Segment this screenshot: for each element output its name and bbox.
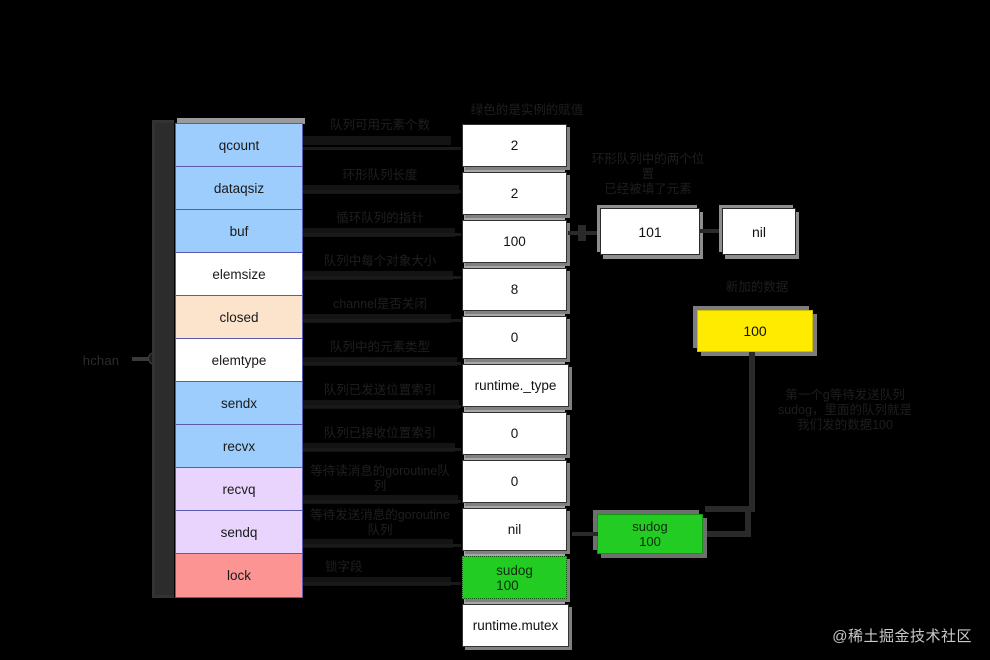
field-label: closed: [219, 309, 259, 325]
hchan-root-label: hchan: [82, 353, 120, 368]
value-cell-sendq[interactable]: sudog 100: [462, 556, 567, 599]
annotation-dataqsiz: 环形队列长度: [342, 168, 418, 182]
value-cell-dataqsiz[interactable]: 2: [462, 172, 567, 215]
value-cell-recvx[interactable]: 0: [462, 460, 567, 503]
value-text: 2: [510, 186, 519, 201]
annotation-elemtype: 队列中的元素类型: [329, 340, 430, 354]
value-cell-closed[interactable]: 0: [462, 316, 567, 359]
hchan-field-table: qcount dataqsiz buf elemsize closed elem…: [175, 123, 303, 598]
new-data-value: 100: [743, 323, 767, 339]
field-row-qcount[interactable]: qcount: [176, 124, 302, 167]
value-cell-elemsize[interactable]: 8: [462, 268, 567, 311]
value-cell-qcount[interactable]: 2: [462, 124, 567, 167]
new-data-box[interactable]: 100: [697, 310, 813, 352]
annotation-recvq: 等待读消息的goroutine队列: [310, 464, 450, 493]
field-row-lock[interactable]: lock: [176, 554, 302, 597]
ring-slot-2[interactable]: nil: [722, 208, 796, 255]
field-label: dataqsiz: [213, 180, 265, 196]
annotation-elemsize: 队列中每个对象大小: [323, 254, 437, 268]
ring-slot-2-value: nil: [751, 223, 766, 240]
field-label: elemsize: [212, 266, 266, 282]
value-cell-elemtype[interactable]: runtime._type: [462, 364, 569, 407]
sudog-box[interactable]: sudog 100: [597, 514, 703, 554]
annotation-connector: [303, 582, 461, 585]
field-row-dataqsiz[interactable]: dataqsiz: [176, 167, 302, 210]
value-cell-sendx[interactable]: 0: [462, 412, 567, 455]
ring-slot-1-value: 101: [638, 223, 662, 240]
annotation-connector: [303, 319, 461, 322]
field-row-recvq[interactable]: recvq: [176, 468, 302, 511]
sudog-value: 100: [639, 534, 661, 549]
sendq-to-sudog-connector: [572, 532, 598, 536]
annotation-connector: [303, 362, 461, 365]
annotation-recvx: 队列已接收位置索引: [323, 426, 437, 440]
annotation-qcount: 队列可用元素个数: [329, 118, 430, 132]
field-label: qcount: [218, 137, 260, 153]
field-label: buf: [229, 223, 249, 239]
sudog-label: sudog: [632, 519, 668, 534]
annotation-connector: [303, 448, 461, 451]
field-row-sendx[interactable]: sendx: [176, 382, 302, 425]
field-row-buf[interactable]: buf: [176, 210, 302, 253]
value-text: 0: [510, 330, 519, 345]
value-text: 8: [510, 282, 519, 297]
field-row-elemsize[interactable]: elemsize: [176, 253, 302, 296]
hchan-value-table: 2 2 100 8 0 runtime._type 0 0 nil sudog …: [462, 124, 569, 647]
value-column-title: 绿色的是实例的赋值: [470, 103, 584, 117]
field-label: elemtype: [211, 352, 267, 368]
ring-buffer-note: 环形队列中的两个位置 已经被填了元素: [591, 152, 705, 196]
value-text: 0: [510, 474, 519, 489]
value-text: runtime.mutex: [472, 618, 559, 633]
annotation-connector: [303, 405, 461, 408]
ring-slot-1[interactable]: 101: [600, 208, 700, 255]
value-text: 100: [503, 234, 526, 249]
annotation-buf: 循环队列的指针: [336, 211, 424, 225]
annotation-bar: [303, 136, 451, 145]
value-text: sudog 100: [496, 562, 533, 593]
sudog-link-into-box: [703, 531, 751, 537]
new-data-note: 新加的数据: [725, 280, 789, 294]
annotation-lock: 锁字段: [325, 560, 363, 574]
field-label: recvx: [222, 438, 256, 454]
annotation-connector: [303, 276, 461, 279]
field-label: lock: [226, 568, 251, 583]
field-row-sendq[interactable]: sendq: [176, 511, 302, 554]
value-text: runtime._type: [474, 378, 557, 393]
annotation-connector: [303, 544, 461, 547]
annotation-sendq: 等待发送消息的goroutine队列: [310, 508, 450, 537]
field-label: sendx: [220, 395, 258, 411]
field-row-elemtype[interactable]: elemtype: [176, 339, 302, 382]
annotation-connector: [303, 147, 461, 150]
field-label: recvq: [222, 481, 256, 497]
annotation-connector: [303, 190, 461, 193]
sudog-note: 第一个g等待发送队列 sudog，里面的队列就是 我们发的数据100: [777, 388, 913, 432]
field-row-recvx[interactable]: recvx: [176, 425, 302, 468]
diagram-canvas: hchan qcount dataqsiz buf elemsize close…: [0, 0, 990, 660]
annotation-connector: [303, 233, 461, 236]
field-row-closed[interactable]: closed: [176, 296, 302, 339]
struct-bracket: [152, 120, 174, 598]
value-cell-buf[interactable]: 100: [462, 220, 567, 263]
annotation-closed: channel是否关闭: [333, 297, 427, 311]
watermark: @稀土掘金技术社区: [832, 628, 972, 645]
annotation-connector: [303, 500, 461, 503]
ring-slot-connector: [700, 229, 724, 233]
value-text: 2: [510, 138, 519, 153]
value-cell-recvq[interactable]: nil: [462, 508, 567, 551]
field-label: sendq: [220, 524, 258, 540]
value-text: 0: [510, 426, 519, 441]
buf-arrow: [578, 225, 586, 241]
value-text: nil: [507, 522, 522, 537]
value-cell-lock[interactable]: runtime.mutex: [462, 604, 569, 647]
annotation-sendx: 队列已发送位置索引: [323, 383, 437, 397]
